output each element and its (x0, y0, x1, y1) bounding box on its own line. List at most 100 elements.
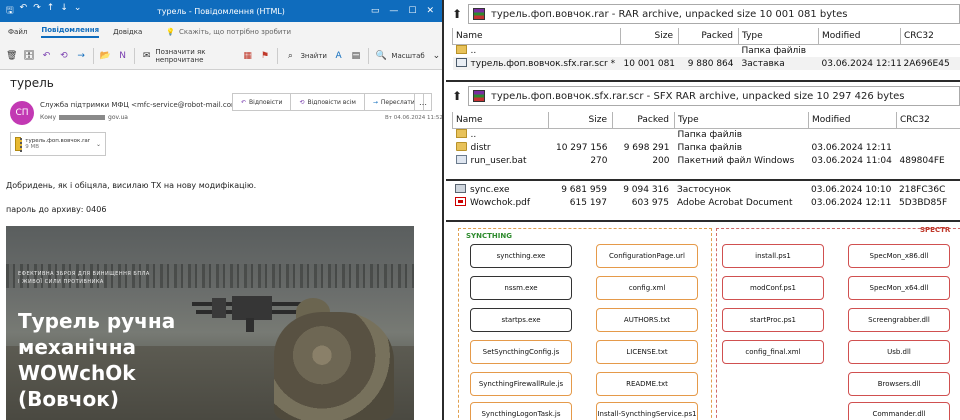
sender-address[interactable]: Служба підтримки МФЦ <mfc-service@robot-… (40, 101, 244, 109)
inner-path-text: турель.фоп.вовчок.sfx.rar.scr - SFX RAR … (491, 90, 905, 102)
mark-unread-label: Позначити як непрочитане (155, 47, 206, 64)
reply-all-button[interactable]: ⟲ Відповісти всім (291, 93, 365, 111)
categorize-icon[interactable]: ▦ (242, 49, 253, 63)
outer-path-box[interactable]: турель.фоп.вовчок.rar - RAR archive, unp… (468, 4, 960, 24)
table-row[interactable]: .. Папка файлів (453, 128, 960, 141)
table-row[interactable]: sync.exe 9 681 959 9 094 316 Застосунок … (452, 183, 960, 196)
file-size: 10 297 156 (555, 142, 608, 153)
file-packed: 9 880 864 (678, 57, 739, 70)
column-modified[interactable]: Modified (808, 112, 897, 129)
spectr-label: SPECTR (920, 226, 951, 234)
file-type: Застосунок (677, 184, 732, 195)
zoom-label: Масштаб (391, 51, 425, 60)
table-row[interactable]: .. Папка файлів (453, 44, 960, 57)
menu-file[interactable]: Файл (8, 28, 27, 36)
mark-unread-button[interactable]: ✉ Позначити як непрочитане (141, 48, 236, 64)
promo-title-line: Турель ручна (18, 309, 176, 333)
column-size[interactable]: Size (548, 112, 613, 129)
ribbon-options-icon[interactable]: ▭ (371, 6, 380, 16)
chevron-down-icon[interactable]: ⌄ (96, 141, 101, 148)
ribbon: 🗑 🗄 ↶ ⟲ → 📂 N ✉ Позначити як непрочитане… (0, 42, 442, 70)
minimize-icon[interactable]: — (389, 6, 398, 16)
move-icon[interactable]: 📂 (100, 49, 111, 63)
rar-archive-icon (473, 90, 485, 102)
column-type[interactable]: Type (674, 112, 809, 129)
sender-avatar[interactable]: СП (10, 101, 34, 125)
up-arrow-icon[interactable]: ⬆ (446, 7, 468, 21)
file-type: Заставка (738, 57, 819, 70)
table-row[interactable]: Wowchok.pdf 615 197 603 975 Adobe Acroba… (452, 196, 960, 209)
reply-all-icon: ⟲ (299, 98, 305, 106)
column-size[interactable]: Size (620, 28, 679, 45)
tell-me-box[interactable]: 💡 Скажіть, що потрібно зробити (166, 28, 291, 36)
menu-help[interactable]: Довідка (113, 28, 142, 36)
menu-message[interactable]: Повідомлення (41, 26, 100, 38)
file-type: Пакетний файл Windows (677, 155, 795, 166)
table-row[interactable]: run_user.bat 270 200 Пакетний файл Windo… (453, 154, 960, 167)
column-type[interactable]: Type (738, 28, 819, 45)
soldier-graphic (274, 312, 394, 420)
diagram-node: modConf.ps1 (722, 276, 824, 300)
diagram-node: LICENSE.txt (596, 340, 698, 364)
table-header-row: Name Size Packed Type Modified CRC32 (452, 28, 960, 45)
reply-button[interactable]: ↶ Відповісти (232, 93, 292, 111)
ribbon-separator (276, 47, 278, 64)
ribbon-more-icon[interactable]: ⌄ (431, 49, 442, 63)
onenote-icon[interactable]: N (117, 49, 128, 63)
attachment-meta: турель.фоп.вовчок.rar 9 MB (25, 138, 90, 150)
screenshot-root: 🖫 ↶ ↷ ↑ ↓ ⌄ турель - Повідомлення (HTML)… (0, 0, 960, 420)
maximize-icon[interactable]: ☐ (408, 6, 416, 16)
column-name[interactable]: Name (452, 28, 621, 45)
column-packed[interactable]: Packed (612, 112, 675, 129)
column-name[interactable]: Name (452, 112, 549, 129)
column-modified[interactable]: Modified (818, 28, 901, 45)
close-icon[interactable]: ✕ (426, 6, 434, 16)
file-modified (809, 128, 897, 141)
reply-icon[interactable]: ↶ (41, 49, 52, 63)
column-crc[interactable]: CRC32 (900, 28, 960, 45)
find-button[interactable]: ⌕ Знайти (283, 49, 327, 63)
promo-subtitle-line: І ЖИВОЇ СИЛИ ПРОТИВНИКА (18, 279, 104, 285)
file-packed: 9 698 291 (623, 142, 670, 153)
more-actions-button[interactable]: … (414, 93, 432, 111)
file-modified: 03.06.2024 12:11 (811, 197, 892, 208)
column-crc[interactable]: CRC32 (896, 112, 960, 129)
translate-icon[interactable]: A (333, 49, 344, 63)
recipient-line: Кому gov.ua (40, 114, 128, 121)
diagram-node: Install-SyncthingService.ps1 (596, 402, 698, 420)
reply-all-icon[interactable]: ⟲ (58, 49, 69, 63)
flag-icon[interactable]: ⚑ (259, 49, 270, 63)
table-row[interactable]: турель.фоп.вовчок.sfx.rar.scr * 10 001 0… (452, 57, 960, 70)
speech-icon[interactable]: ▤ (350, 49, 361, 63)
reply-icon: ↶ (241, 98, 247, 106)
file-packed: 9 094 316 (623, 184, 669, 195)
message-date: Вт 04.06.2024 11:52 (385, 115, 443, 121)
search-icon: ⌕ (287, 50, 293, 61)
attachment-card[interactable]: турель.фоп.вовчок.rar 9 MB ⌄ (10, 132, 106, 156)
table-header-row: Name Size Packed Type Modified CRC32 (452, 112, 960, 129)
file-size: 615 197 (569, 197, 607, 208)
file-crc: 5D3BD85F (899, 197, 948, 208)
inner-path-box[interactable]: турель.фоп.вовчок.sfx.rar.scr - SFX RAR … (468, 86, 960, 106)
tell-me-text: Скажіть, що потрібно зробити (178, 28, 292, 36)
screensaver-file-icon (455, 58, 467, 67)
ellipsis-icon: … (419, 97, 427, 107)
diagram-node: SetSyncthingConfig.js (470, 340, 572, 364)
inner-file-table-continued: sync.exe 9 681 959 9 094 316 Застосунок … (452, 183, 960, 209)
column-packed[interactable]: Packed (678, 28, 739, 45)
file-name-cell: турель.фоп.вовчок.sfx.rar.scr * (452, 57, 621, 70)
table-row[interactable]: distr 10 297 156 9 698 291 Папка файлів … (453, 141, 960, 154)
folder-up-icon (455, 129, 467, 139)
window-controls: ▭ — ☐ ✕ (371, 6, 442, 16)
forward-label: Переслати (380, 98, 415, 106)
forward-icon[interactable]: → (76, 49, 87, 63)
up-arrow-icon[interactable]: ⬆ (446, 89, 468, 103)
archive-icon[interactable]: 🗄 (23, 49, 34, 63)
file-name-cell: sync.exe (452, 183, 548, 196)
file-size: 10 001 081 (620, 57, 679, 70)
zoom-button[interactable]: 🔍 Масштаб (374, 49, 425, 63)
file-crc: 2A696E45 (900, 57, 960, 70)
folder-up-icon (455, 45, 467, 55)
file-modified: 03.06.2024 12:11 (818, 57, 901, 70)
delete-icon[interactable]: 🗑 (6, 49, 17, 63)
